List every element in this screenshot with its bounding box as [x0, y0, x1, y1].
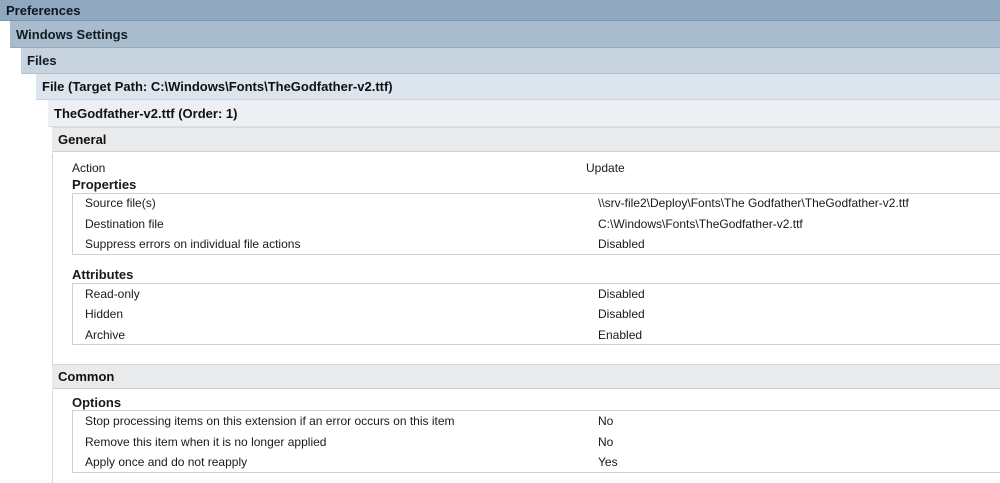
- remove-item-value: No: [598, 435, 614, 449]
- general-section-header[interactable]: General: [52, 127, 1000, 152]
- destination-file-value: C:\Windows\Fonts\TheGodfather-v2.ttf: [598, 217, 803, 231]
- read-only-label: Read-only: [85, 287, 140, 301]
- file-target-path-header[interactable]: File (Target Path: C:\Windows\Fonts\TheG…: [36, 74, 1000, 100]
- attributes-table: [72, 283, 1000, 345]
- file-item-order-header[interactable]: TheGodfather-v2.ttf (Order: 1): [48, 100, 1000, 127]
- common-section-header[interactable]: Common: [52, 364, 1000, 389]
- read-only-value: Disabled: [598, 287, 645, 301]
- suppress-errors-value: Disabled: [598, 237, 645, 251]
- stop-processing-value: No: [598, 414, 614, 428]
- properties-heading: Properties: [72, 177, 137, 192]
- hidden-label: Hidden: [85, 307, 124, 321]
- source-files-label: Source file(s): [85, 196, 156, 210]
- preferences-header[interactable]: Preferences: [0, 0, 1000, 21]
- suppress-errors-label: Suppress errors on individual file actio…: [85, 237, 301, 251]
- apply-once-label: Apply once and do not reapply: [85, 455, 248, 469]
- remove-item-label: Remove this item when it is no longer ap…: [85, 435, 327, 449]
- archive-value: Enabled: [598, 328, 643, 342]
- action-value: Update: [586, 161, 625, 175]
- files-header[interactable]: Files: [21, 48, 1000, 74]
- options-heading: Options: [72, 395, 122, 410]
- archive-label: Archive: [85, 328, 126, 342]
- destination-file-label: Destination file: [85, 217, 164, 231]
- apply-once-value: Yes: [598, 455, 618, 469]
- action-label: Action: [72, 161, 106, 175]
- windows-settings-header[interactable]: Windows Settings: [10, 21, 1000, 48]
- source-files-value: \\srv-file2\Deploy\Fonts\The Godfather\T…: [598, 196, 909, 210]
- hidden-value: Disabled: [598, 307, 645, 321]
- attributes-heading: Attributes: [72, 267, 134, 282]
- stop-processing-label: Stop processing items on this extension …: [85, 414, 455, 428]
